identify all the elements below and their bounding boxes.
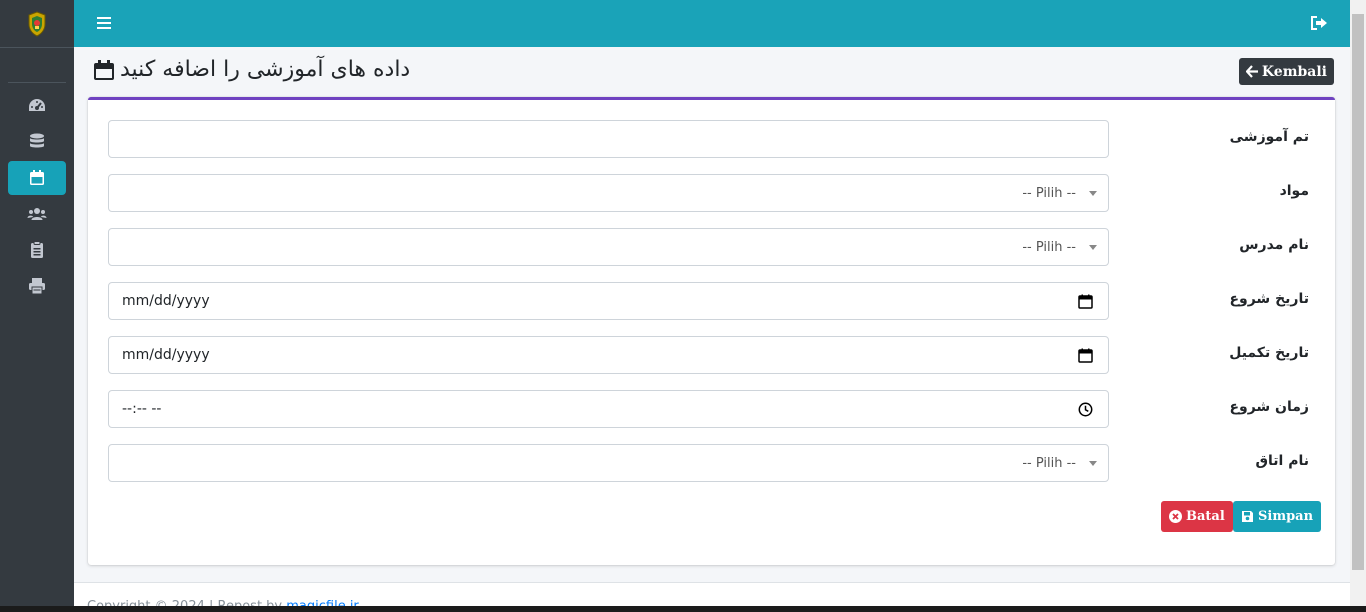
content-header: داده های آموزشی را اضافه کنید Kembali xyxy=(74,47,1350,99)
sidebar-nav xyxy=(0,89,74,303)
topic-label: تم آموزشی xyxy=(1229,129,1309,145)
end-date-value: mm/dd/yyyy xyxy=(122,347,210,363)
form-row-topic: تم آموزشی xyxy=(108,120,1315,158)
start-time-value: --:-- -- xyxy=(122,401,162,417)
material-label: مواد xyxy=(1279,183,1309,199)
clipboard-icon xyxy=(31,241,43,258)
teacher-select-value: -- Pilih -- xyxy=(1022,239,1076,255)
form-card: تم آموزشی -- Pilih -- مواد -- Pilih -- ن… xyxy=(88,97,1335,565)
times-circle-icon xyxy=(1169,510,1182,523)
sidebar-divider xyxy=(8,82,66,83)
sidebar-item-schedule[interactable] xyxy=(8,161,66,195)
cancel-button[interactable]: Batal xyxy=(1161,501,1233,532)
calendar-picker-icon[interactable] xyxy=(1078,348,1093,363)
brand-logo[interactable] xyxy=(0,0,74,48)
scrollbar-thumb[interactable] xyxy=(1352,14,1364,570)
sidebar xyxy=(0,0,74,612)
start-date-label: تاریخ شروع xyxy=(1229,291,1309,307)
topic-input[interactable] xyxy=(108,120,1109,158)
calendar-picker-icon[interactable] xyxy=(1078,294,1093,309)
tachometer-icon xyxy=(29,99,45,111)
teacher-select[interactable]: -- Pilih -- xyxy=(108,228,1109,266)
page-title-text: داده های آموزشی را اضافه کنید xyxy=(120,57,411,82)
form-row-start-time: --:-- -- زمان شروع xyxy=(108,390,1315,428)
sidebar-item-users[interactable] xyxy=(8,197,66,231)
users-icon xyxy=(27,208,47,220)
start-date-value: mm/dd/yyyy xyxy=(122,293,210,309)
caret-down-icon xyxy=(1089,245,1097,250)
room-label: نام اتاق xyxy=(1255,453,1309,469)
bottom-edge-bar xyxy=(0,606,1366,612)
teacher-label: نام مدرس xyxy=(1239,237,1309,253)
room-select-value: -- Pilih -- xyxy=(1022,455,1076,471)
caret-down-icon xyxy=(1089,191,1097,196)
caret-down-icon xyxy=(1089,461,1097,466)
save-icon xyxy=(1242,511,1253,522)
sign-out-icon[interactable] xyxy=(1310,15,1328,31)
vertical-scrollbar[interactable] xyxy=(1350,0,1366,612)
start-date-input[interactable]: mm/dd/yyyy xyxy=(108,282,1109,320)
top-navbar xyxy=(74,0,1350,47)
sidebar-item-reports[interactable] xyxy=(8,233,66,267)
print-icon xyxy=(29,278,45,295)
form-row-end-date: mm/dd/yyyy تاریخ تکمیل xyxy=(108,336,1315,374)
page-title: داده های آموزشی را اضافه کنید xyxy=(92,57,410,82)
material-select[interactable]: -- Pilih -- xyxy=(108,174,1109,212)
room-select[interactable]: -- Pilih -- xyxy=(108,444,1109,482)
arrow-left-icon xyxy=(1245,65,1258,78)
end-date-input[interactable]: mm/dd/yyyy xyxy=(108,336,1109,374)
cancel-button-label: Batal xyxy=(1186,509,1225,524)
clock-icon[interactable] xyxy=(1078,402,1093,417)
hamburger-menu-icon[interactable] xyxy=(96,15,112,31)
end-date-label: تاریخ تکمیل xyxy=(1229,345,1309,361)
back-button[interactable]: Kembali xyxy=(1238,58,1334,85)
emblem-icon xyxy=(28,10,46,37)
start-time-label: زمان شروع xyxy=(1229,399,1309,415)
save-button[interactable]: Simpan xyxy=(1233,501,1322,532)
form-row-start-date: mm/dd/yyyy تاریخ شروع xyxy=(108,282,1315,320)
calendar-icon xyxy=(30,170,44,185)
save-button-label: Simpan xyxy=(1258,509,1314,524)
sidebar-item-print[interactable] xyxy=(8,269,66,303)
form-row-material: -- Pilih -- مواد xyxy=(108,174,1315,212)
sidebar-item-data[interactable] xyxy=(8,125,66,159)
form-row-teacher: -- Pilih -- نام مدرس xyxy=(108,228,1315,266)
sidebar-item-dashboard[interactable] xyxy=(8,89,66,123)
material-select-value: -- Pilih -- xyxy=(1022,185,1076,201)
form-row-room: -- Pilih -- نام اتاق xyxy=(108,444,1315,482)
database-icon xyxy=(30,133,44,148)
calendar-icon xyxy=(94,59,114,80)
back-button-label: Kembali xyxy=(1261,63,1327,80)
start-time-input[interactable]: --:-- -- xyxy=(108,390,1109,428)
